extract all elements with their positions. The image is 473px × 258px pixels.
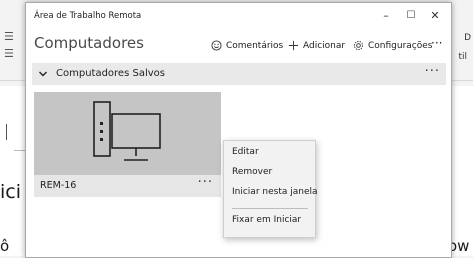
menu-item-edit[interactable]: Editar — [232, 147, 259, 157]
settings-label: Configurações — [368, 40, 433, 51]
maximize-button[interactable]: ☐ — [400, 7, 422, 25]
saved-computers-header[interactable]: Computadores Salvos ··· — [32, 63, 446, 85]
menu-item-pin-to-start[interactable]: Fixar em Iniciar — [232, 215, 301, 225]
page-title: Computadores — [34, 34, 144, 52]
background-ribbon-text: D — [464, 33, 471, 43]
smiley-icon — [211, 40, 222, 51]
add-button[interactable]: Adicionar — [288, 40, 345, 51]
desktop-computer-icon — [93, 101, 161, 161]
menu-item-remove[interactable]: Remover — [232, 167, 272, 177]
computer-tile-footer[interactable]: REM-16 ··· — [34, 175, 221, 197]
background-document-text: ici — [0, 181, 22, 203]
more-options-button[interactable]: ··· — [431, 36, 442, 50]
align-icon: ☰ — [4, 47, 14, 60]
settings-button[interactable]: Configurações — [353, 40, 432, 51]
computer-name: REM-16 — [40, 180, 77, 191]
plus-icon — [288, 40, 299, 51]
feedback-label: Comentários — [226, 40, 284, 51]
feedback-button[interactable]: Comentários — [211, 40, 283, 51]
background-ribbon-left: ☰ ☰ — [0, 0, 28, 81]
menu-separator — [232, 208, 308, 209]
toolbar: Computadores Comentários Adicionar Confi… — [26, 30, 451, 60]
title-bar[interactable]: Área de Trabalho Remota – ☐ ✕ — [26, 3, 451, 30]
background-ribbon-text: til — [458, 52, 467, 62]
text-cursor — [6, 124, 7, 140]
chevron-down-icon — [39, 71, 47, 77]
gear-icon — [353, 40, 364, 51]
minimize-button[interactable]: – — [375, 7, 397, 25]
group-more-button[interactable]: ··· — [425, 64, 440, 79]
saved-computers-label: Computadores Salvos — [56, 68, 165, 79]
add-label: Adicionar — [303, 40, 346, 51]
menu-item-start-in-window[interactable]: Iniciar nesta janela — [232, 187, 318, 197]
tile-more-button[interactable]: ··· — [198, 175, 213, 190]
window-title: Área de Trabalho Remota — [34, 11, 142, 21]
context-menu: Editar Remover Iniciar nesta janela Fixa… — [223, 140, 318, 238]
close-button[interactable]: ✕ — [424, 7, 446, 25]
background-document-text: ô — [0, 237, 10, 255]
list-icon: ☰ — [4, 30, 14, 43]
remote-desktop-window: Área de Trabalho Remota – ☐ ✕ Computador… — [25, 2, 452, 258]
